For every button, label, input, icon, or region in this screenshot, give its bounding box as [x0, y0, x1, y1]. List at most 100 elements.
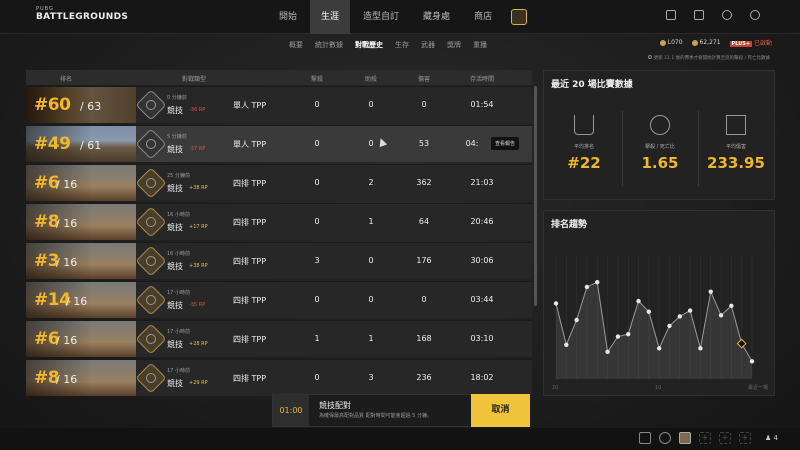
event-pass-icon[interactable] — [511, 9, 528, 25]
empty-squad-slot-icon[interactable]: + — [699, 432, 712, 444]
damage: 64 — [418, 217, 430, 226]
empty-squad-slot-icon[interactable]: + — [719, 432, 732, 444]
main-nav: 開始 生涯 造型自訂 藏身處 商店 — [268, 0, 528, 34]
rank-tier-icon — [135, 89, 167, 121]
kills: 0 — [314, 217, 320, 226]
nav-tab-customize[interactable]: 造型自訂 — [352, 0, 410, 34]
match-type: 四排 TPP — [233, 296, 267, 305]
data-point[interactable] — [687, 308, 693, 313]
player-avatar[interactable] — [679, 432, 692, 444]
subtab-match-history[interactable]: 對戰歷史 — [355, 40, 383, 50]
table-row[interactable]: #6 / 16 25 分鐘前 競技 +38 RP 四排 TPP 0 2 362 … — [26, 164, 532, 201]
placement: #14 — [34, 290, 71, 310]
nav-tab-career[interactable]: 生涯 — [310, 0, 351, 34]
kills: 0 — [314, 295, 320, 304]
damage: 0 — [421, 295, 427, 304]
data-point[interactable] — [553, 301, 559, 306]
data-point[interactable] — [564, 342, 569, 347]
subtab-replays[interactable]: 重播 — [473, 40, 487, 50]
match-type: 四排 TPP — [233, 335, 267, 344]
settings-gear-icon[interactable] — [750, 10, 760, 20]
party-count[interactable]: ♟ 4 — [765, 434, 778, 442]
damage: 53 — [418, 139, 430, 148]
inventory-icon[interactable] — [666, 10, 676, 20]
data-point[interactable] — [749, 359, 755, 364]
match-time: 16 小時前 — [167, 212, 190, 218]
damage: 168 — [416, 334, 432, 343]
data-point[interactable] — [718, 313, 724, 318]
match-type: 四排 TPP — [233, 257, 267, 266]
data-point[interactable] — [574, 317, 579, 323]
table-row[interactable]: #8 / 16 17 小時前 競技 +29 RP 四排 TPP 0 3 236 … — [26, 359, 532, 396]
rank-tier-icon — [135, 167, 167, 199]
voice-icon[interactable] — [659, 432, 672, 444]
kills: 1 — [314, 334, 320, 343]
table-row[interactable]: #8 / 16 16 小時前 競技 +17 RP 四排 TPP 0 1 64 2… — [26, 203, 532, 240]
empty-squad-slot-icon[interactable]: + — [739, 432, 752, 444]
plus-status: PLUS+ 已啟動 — [729, 40, 772, 47]
assists: 1 — [368, 217, 374, 226]
matchmaking-bar: 01:00 競技配對 為確保最高配對品質 配對時間可能會超過 5 分鐘。 取消 — [272, 394, 530, 427]
rp-change: +17 RP — [189, 224, 208, 230]
table-row[interactable]: #49 / 61 5 分鐘前 競技 -37 RP 單人 TPP 0 0 53 0… — [26, 125, 532, 162]
data-point[interactable] — [584, 284, 590, 290]
data-point[interactable] — [677, 314, 682, 319]
match-mode: 競技 — [167, 223, 183, 232]
survival-time: 03:10 — [470, 334, 494, 343]
subtab-stats[interactable]: 統計數據 — [315, 40, 343, 50]
kills: 0 — [314, 139, 320, 148]
data-point[interactable] — [708, 289, 713, 294]
subtab-medals[interactable]: 獎牌 — [447, 40, 461, 50]
nav-tab-store[interactable]: 商店 — [463, 0, 503, 34]
data-point[interactable] — [636, 298, 641, 304]
rank-tier-icon — [135, 323, 167, 355]
total-players: / 16 — [66, 295, 88, 308]
data-point[interactable] — [626, 331, 631, 337]
career-sub-nav: 概要 統計數據 對戰歷史 生存 武器 獎牌 重播 — [289, 40, 487, 50]
damage: 0 — [421, 100, 427, 109]
kills: 3 — [314, 256, 320, 265]
data-point[interactable] — [646, 309, 652, 314]
data-point[interactable] — [667, 323, 672, 329]
chat-icon[interactable] — [639, 432, 652, 444]
nav-tab-start[interactable]: 開始 — [268, 0, 308, 34]
match-time: 17 小時前 — [167, 368, 190, 374]
data-point[interactable] — [605, 349, 610, 355]
data-point[interactable] — [656, 346, 662, 351]
total-players: / 16 — [56, 178, 78, 191]
podium-icon — [574, 115, 594, 135]
subtab-overview[interactable]: 概要 — [289, 40, 303, 50]
update-notice: 更新 11.1 後的賽季才要開始計算至您的擊殺 / 死亡比數據 — [647, 55, 770, 61]
table-row[interactable]: #60 / 63 0 分鐘前 競技 -36 RP 單人 TPP 0 0 0 01… — [26, 86, 532, 123]
rp-change: +38 RP — [189, 185, 208, 191]
match-type: 單人 TPP — [233, 101, 267, 110]
data-point[interactable] — [615, 334, 621, 339]
game-logo: PUBG BATTLEGROUNDS — [36, 6, 129, 22]
bp-balance: 62,271 — [691, 39, 721, 46]
data-point[interactable] — [698, 346, 703, 351]
matchmaking-timer: 01:00 — [273, 395, 309, 426]
table-row[interactable]: #6 / 16 17 小時前 競技 +28 RP 四排 TPP 1 1 168 … — [26, 320, 532, 357]
kills: 0 — [314, 178, 320, 187]
data-point[interactable] — [729, 303, 734, 309]
view-report-tooltip[interactable]: 查看報告 — [491, 137, 520, 150]
survival-time: 18:02 — [470, 373, 494, 382]
nav-tab-hideout[interactable]: 藏身處 — [412, 0, 461, 34]
match-time: 25 分鐘前 — [167, 173, 190, 179]
subtab-survival[interactable]: 生存 — [395, 40, 409, 50]
survival-time: 20:46 — [470, 217, 494, 226]
info-icon — [647, 55, 652, 59]
cancel-matchmaking-button[interactable]: 取消 — [471, 394, 530, 427]
subtab-weapons[interactable]: 武器 — [421, 40, 435, 50]
x-tick-label: 10 — [655, 385, 661, 391]
data-point[interactable] — [595, 280, 600, 285]
table-scrollbar[interactable] — [534, 86, 537, 306]
survival-time: 03:44 — [470, 295, 494, 304]
table-row[interactable]: #14 / 16 17 小時前 競技 -35 RP 四排 TPP 0 0 0 0… — [26, 281, 532, 318]
match-mode: 競技 — [167, 301, 183, 310]
news-icon[interactable] — [694, 10, 704, 20]
table-row[interactable]: #3 / 16 16 小時前 競技 +38 RP 四排 TPP 3 0 176 … — [26, 242, 532, 279]
total-players: / 61 — [80, 139, 102, 152]
notification-bell-icon[interactable] — [722, 10, 732, 20]
match-type: 四排 TPP — [233, 374, 267, 383]
